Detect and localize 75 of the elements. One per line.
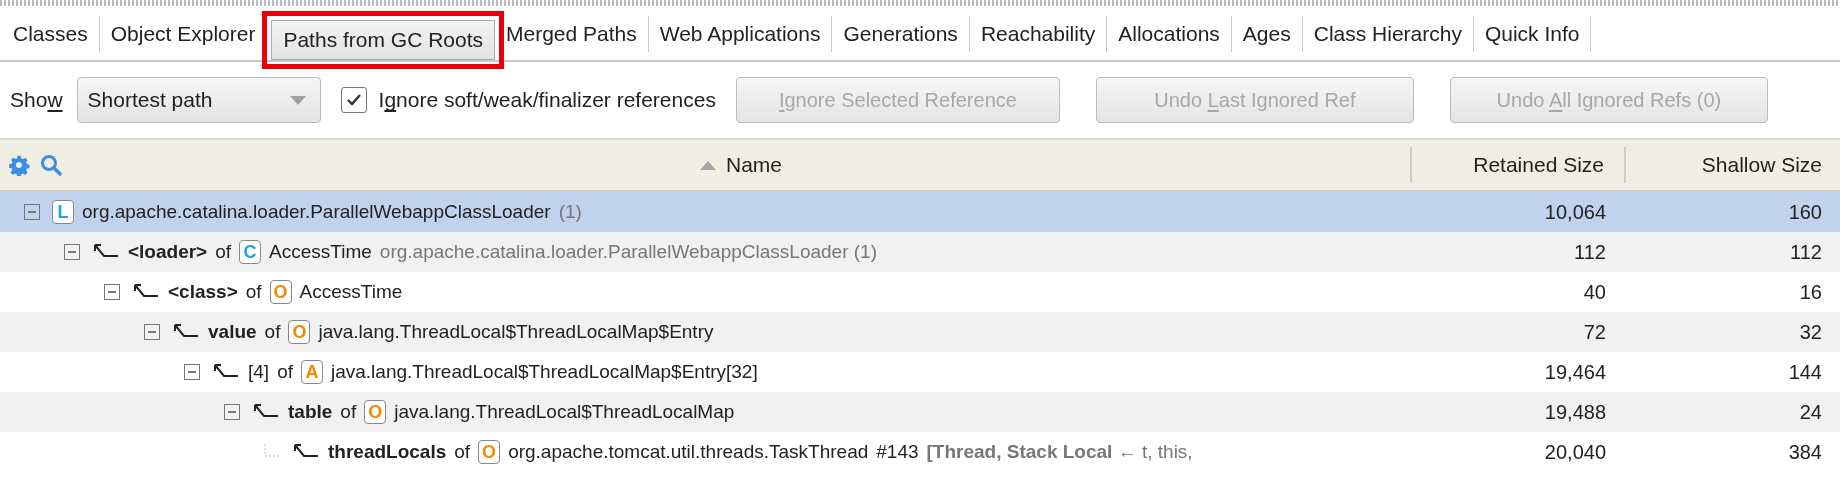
row-note: [Thread, Stack Local ← t, this, bbox=[926, 441, 1193, 463]
type-badge: C bbox=[239, 240, 262, 264]
dropdown-caret-icon bbox=[289, 95, 306, 105]
class-name: java.lang.ThreadLocal$ThreadLocalMap$Entry bbox=[318, 321, 714, 343]
tab[interactable]: Allocations bbox=[1107, 16, 1232, 52]
type-badge: L bbox=[52, 200, 74, 224]
tab[interactable]: Quick Info bbox=[1473, 16, 1592, 52]
of-label: of bbox=[277, 361, 293, 383]
shallow-size: 384 bbox=[1788, 440, 1822, 463]
show-dropdown[interactable]: Shortest path bbox=[76, 77, 321, 123]
retained-size: 20,040 bbox=[1544, 440, 1606, 463]
settings-icon[interactable] bbox=[8, 154, 30, 176]
type-badge: O bbox=[288, 320, 311, 344]
column-header[interactable]: Shallow Size bbox=[1701, 153, 1822, 177]
shallow-size: 112 bbox=[1790, 240, 1822, 263]
ignore-checkbox[interactable] bbox=[340, 87, 367, 113]
shallow-size: 32 bbox=[1799, 320, 1822, 343]
of-label: of bbox=[454, 441, 471, 463]
type-badge: O bbox=[364, 400, 387, 424]
tab[interactable]: Classes bbox=[2, 16, 100, 52]
show-label: Show bbox=[10, 88, 63, 112]
of-label: of bbox=[245, 281, 262, 303]
class-name: org.apache.tomcat.util.threads.TaskThread bbox=[508, 441, 869, 463]
retained-size: 19,464 bbox=[1544, 360, 1606, 383]
tab[interactable]: Ages bbox=[1231, 16, 1303, 52]
tree-row[interactable]: value of O java.lang.ThreadLocal$ThreadLocalMap$Entry 72 32 bbox=[0, 312, 1840, 352]
type-badge: O bbox=[478, 440, 501, 464]
field-name: [4] bbox=[248, 361, 270, 383]
collapse-icon[interactable] bbox=[104, 284, 120, 300]
collapse-icon[interactable] bbox=[144, 324, 160, 340]
field-name: value bbox=[208, 321, 257, 343]
column-header[interactable]: Name bbox=[726, 153, 782, 177]
tab[interactable]: Class Hierarchy bbox=[1302, 16, 1474, 52]
type-badge: A bbox=[301, 360, 323, 384]
tab[interactable]: Web Applications bbox=[648, 16, 833, 52]
column-header[interactable]: Retained Size bbox=[1473, 153, 1604, 177]
field-name: threadLocals bbox=[328, 441, 447, 463]
tree-row[interactable]: table of O java.lang.ThreadLocal$ThreadLocalMap 19,488 24 bbox=[0, 392, 1840, 432]
class-name: AccessTime bbox=[269, 241, 372, 263]
collapse-icon[interactable] bbox=[224, 404, 240, 420]
field-name: <loader> bbox=[128, 241, 208, 263]
class-name: org.apache.catalina.loader.ParallelWebappClassLoader bbox=[82, 201, 551, 223]
object-id: #143 bbox=[876, 441, 919, 463]
retained-size: 19,488 bbox=[1544, 400, 1606, 423]
of-label: of bbox=[215, 241, 232, 263]
retained-size: 40 bbox=[1583, 280, 1606, 303]
shallow-size: 16 bbox=[1799, 280, 1822, 303]
collapse-icon[interactable] bbox=[24, 204, 40, 220]
of-label: of bbox=[340, 401, 357, 423]
checkmark-icon bbox=[345, 93, 362, 107]
retained-size: 112 bbox=[1574, 240, 1606, 263]
shallow-size: 160 bbox=[1788, 200, 1822, 223]
shallow-size: 144 bbox=[1788, 360, 1822, 383]
of-label: of bbox=[264, 321, 281, 343]
tab[interactable]: Merged Paths bbox=[495, 16, 649, 52]
tab[interactable]: Reachability bbox=[969, 16, 1108, 52]
class-name: java.lang.ThreadLocal$ThreadLocalMap bbox=[394, 401, 735, 423]
search-icon[interactable] bbox=[40, 154, 62, 176]
collapse-icon[interactable] bbox=[64, 244, 80, 260]
retained-size: 72 bbox=[1583, 320, 1606, 343]
checkbox-label: Ignore soft/weak/finalizer references bbox=[378, 88, 716, 112]
row-note: org.apache.catalina.loader.ParallelWebappClassLoader (1) bbox=[379, 241, 877, 263]
collapse-icon[interactable] bbox=[184, 364, 200, 380]
tree-row[interactable]: L org.apache.catalina.loader.ParallelWebappClassLoader (1) 10,064 160 bbox=[0, 192, 1840, 232]
class-name: AccessTime bbox=[299, 281, 403, 303]
field-name: <class> bbox=[168, 281, 238, 303]
field-name: table bbox=[288, 401, 333, 423]
retained-size: 10,064 bbox=[1544, 200, 1606, 223]
tree-line-icon bbox=[264, 444, 280, 460]
tab[interactable]: Generations bbox=[832, 16, 970, 52]
shallow-size: 24 bbox=[1799, 400, 1822, 423]
type-badge: O bbox=[269, 280, 292, 304]
class-name: java.lang.ThreadLocal$ThreadLocalMap$Entry[32] bbox=[331, 361, 758, 383]
row-note: (1) bbox=[558, 201, 582, 223]
tree-row[interactable]: <loader> of C AccessTime org.apache.catalina.loader.ParallelWebappClassLoader (1) 112 112 bbox=[0, 232, 1840, 272]
